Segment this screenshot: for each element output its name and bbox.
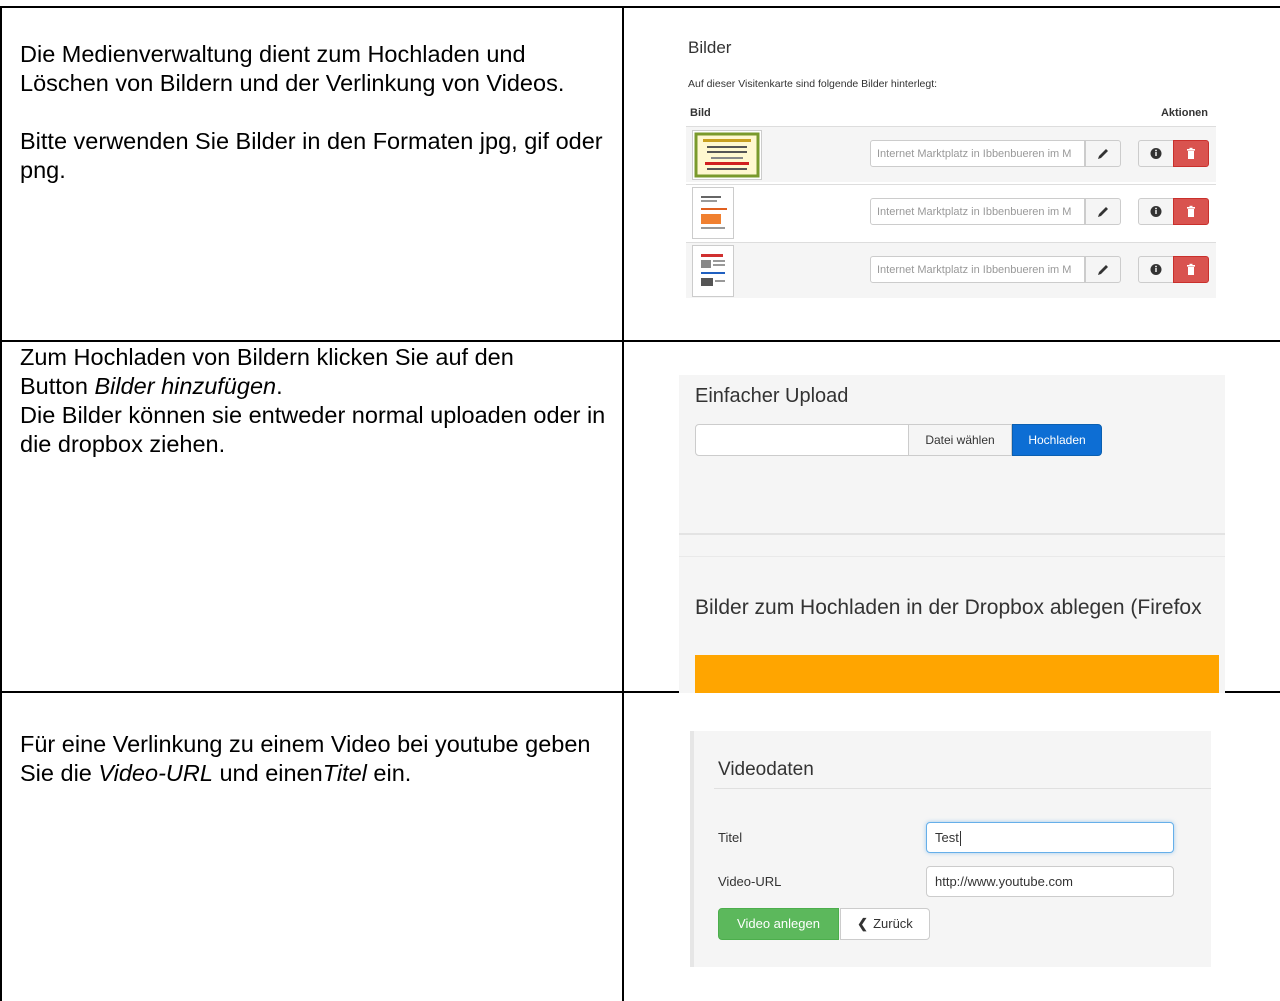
simple-upload-heading: Einfacher Upload (695, 385, 849, 407)
pencil-icon (1098, 207, 1108, 217)
delete-button[interactable] (1173, 256, 1209, 283)
trash-icon (1187, 147, 1195, 159)
row3-paragraph: Für eine Verlinkung zu einem Video bei y… (20, 730, 600, 788)
row2-line2-suffix: . (276, 373, 283, 399)
image-thumbnail[interactable] (692, 130, 762, 180)
title-label: Titel (718, 830, 743, 845)
row3-text: Für eine Verlinkung zu einem Video bei y… (20, 730, 600, 788)
section-divider (679, 556, 1225, 557)
row2-text: Zum Hochladen von Bildern klicken Sie au… (20, 343, 620, 459)
video-data-heading: Videodaten (718, 759, 814, 780)
back-button[interactable]: ❮ Zurück (840, 908, 930, 940)
image-caption-input[interactable]: Internet Marktplatz in Ibbenbueren im M (870, 140, 1085, 167)
row3-emph-title: Titel (322, 760, 367, 786)
info-icon (1150, 264, 1162, 275)
row3-text-suffix: ein. (366, 760, 412, 786)
heading-divider (714, 788, 1211, 789)
section-divider (679, 533, 1225, 535)
table-border-left (0, 6, 2, 1001)
table-column-divider (622, 6, 624, 1001)
trash-icon (1187, 205, 1195, 217)
create-video-button[interactable]: Video anlegen (718, 908, 839, 940)
row2-line2-prefix: Button (20, 373, 95, 399)
dropbox-area[interactable] (695, 655, 1219, 693)
row3-emph-url: Video-URL (98, 760, 213, 786)
upload-panel: Einfacher Upload Datei wählen Hochladen … (679, 375, 1225, 693)
video-panel: Videodaten Titel Test Video-URL http://w… (690, 731, 1211, 967)
upload-button[interactable]: Hochladen (1012, 424, 1102, 456)
table-row: Internet Marktplatz in Ibbenbueren im M (686, 126, 1216, 182)
panel-left-border (690, 731, 694, 967)
delete-button[interactable] (1173, 198, 1209, 225)
image-caption-input[interactable]: Internet Marktplatz in Ibbenbueren im M (870, 256, 1085, 283)
row2-button-name: Bilder hinzufügen (94, 373, 277, 399)
back-button-label: Zurück (873, 916, 913, 931)
row3-text-mid: und einen (212, 760, 323, 786)
info-icon (1150, 148, 1162, 159)
choose-file-button[interactable]: Datei wählen (908, 424, 1012, 456)
row-divider (686, 184, 1216, 185)
row2-line3: Die Bilder können sie entweder normal up… (20, 402, 606, 457)
row1-paragraph2: Bitte verwenden Sie Bilder in den Format… (20, 128, 603, 183)
row-divider (686, 126, 1216, 127)
table-row: Internet Marktplatz in Ibbenbueren im M (686, 184, 1216, 240)
table-row: Internet Marktplatz in Ibbenbueren im M (686, 242, 1216, 298)
edit-caption-button[interactable] (1085, 256, 1121, 283)
image-thumbnail[interactable] (692, 245, 734, 297)
bilder-subtitle: Auf dieser Visitenkarte sind folgende Bi… (688, 78, 938, 90)
column-header-bild: Bild (690, 107, 711, 119)
title-input-value: Test (935, 830, 959, 845)
row1-text: Die Medienverwaltung dient zum Hochladen… (20, 40, 610, 185)
info-button[interactable] (1138, 198, 1174, 225)
text-cursor (959, 831, 961, 847)
info-button[interactable] (1138, 256, 1174, 283)
delete-button[interactable] (1173, 140, 1209, 167)
pencil-icon (1098, 265, 1108, 275)
video-url-label: Video-URL (718, 874, 782, 889)
bilder-panel: Bilder Auf dieser Visitenkarte sind folg… (676, 30, 1216, 302)
image-thumbnail[interactable] (692, 187, 734, 239)
info-icon (1150, 206, 1162, 217)
row2-line2: Button Bilder hinzufügen. (20, 372, 620, 401)
table-row-divider-1 (0, 340, 1280, 342)
image-caption-input[interactable]: Internet Marktplatz in Ibbenbueren im M (870, 198, 1085, 225)
dropbox-heading: Bilder zum Hochladen in der Dropbox able… (695, 596, 1202, 619)
column-header-aktionen: Aktionen (1160, 107, 1208, 119)
video-url-input[interactable]: http://www.youtube.com (926, 866, 1174, 897)
bilder-title: Bilder (688, 38, 732, 57)
pencil-icon (1098, 149, 1108, 159)
row1-paragraph1: Die Medienverwaltung dient zum Hochladen… (20, 41, 565, 96)
trash-icon (1187, 263, 1195, 275)
title-input[interactable]: Test (926, 822, 1174, 853)
edit-caption-button[interactable] (1085, 198, 1121, 225)
chevron-left-icon: ❮ (857, 916, 869, 931)
row2-line1: Zum Hochladen von Bildern klicken Sie au… (20, 344, 514, 370)
table-border-top (0, 6, 1280, 8)
row-divider (686, 242, 1216, 243)
edit-caption-button[interactable] (1085, 140, 1121, 167)
info-button[interactable] (1138, 140, 1174, 167)
file-path-input[interactable] (695, 424, 909, 456)
